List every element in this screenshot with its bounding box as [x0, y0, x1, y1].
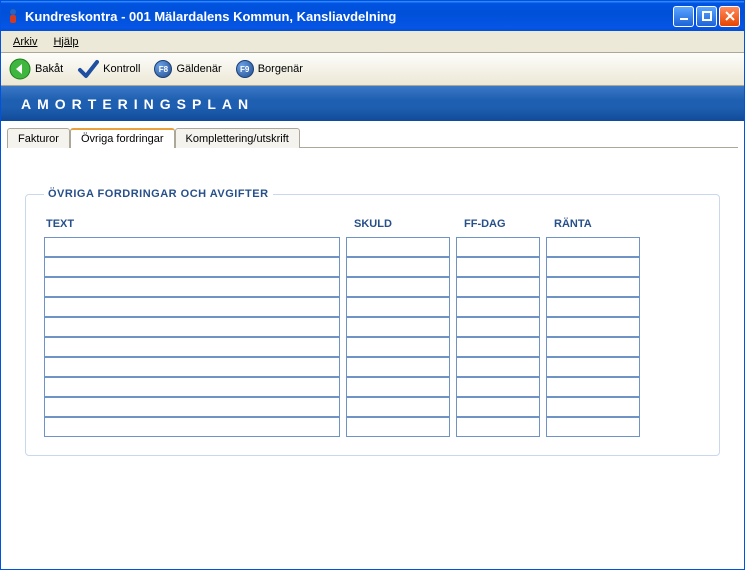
- table-row: [44, 337, 701, 357]
- tabs: Fakturor Övriga fordringar Komplettering…: [7, 127, 738, 148]
- text-cell[interactable]: [44, 417, 340, 437]
- text-cell[interactable]: [44, 297, 340, 317]
- back-icon: [9, 58, 31, 80]
- text-cell[interactable]: [44, 317, 340, 337]
- app-icon: [5, 8, 21, 24]
- skuld-cell[interactable]: [346, 397, 450, 417]
- page-heading: AMORTERINGSPLAN: [21, 96, 254, 112]
- table-row: [44, 417, 701, 437]
- ffdag-cell[interactable]: [456, 277, 540, 297]
- page-heading-band: AMORTERINGSPLAN: [1, 86, 744, 121]
- ffdag-cell[interactable]: [456, 257, 540, 277]
- galdenar-button[interactable]: F8 Gäldenär: [154, 60, 221, 78]
- minimize-button[interactable]: [673, 6, 694, 27]
- ranta-cell[interactable]: [546, 257, 640, 277]
- ranta-cell[interactable]: [546, 397, 640, 417]
- maximize-button[interactable]: [696, 6, 717, 27]
- ranta-cell[interactable]: [546, 237, 640, 257]
- ffdag-cell[interactable]: [456, 377, 540, 397]
- group-legend: ÖVRIGA FORDRINGAR OCH AVGIFTER: [44, 188, 273, 200]
- table-header-row: TEXT SKULD FF-DAG RÄNTA: [44, 218, 701, 234]
- table-row: [44, 357, 701, 377]
- skuld-cell[interactable]: [346, 417, 450, 437]
- table-row: [44, 377, 701, 397]
- text-cell[interactable]: [44, 337, 340, 357]
- skuld-cell[interactable]: [346, 237, 450, 257]
- ffdag-cell[interactable]: [456, 397, 540, 417]
- table-row: [44, 277, 701, 297]
- ranta-cell[interactable]: [546, 337, 640, 357]
- col-ffdag-header: FF-DAG: [456, 218, 546, 230]
- f9-key-icon: F9: [236, 60, 254, 78]
- menubar: Arkiv Hjälp: [1, 31, 744, 53]
- tab-komplettering-utskrift[interactable]: Komplettering/utskrift: [175, 128, 300, 148]
- skuld-cell[interactable]: [346, 257, 450, 277]
- ffdag-cell[interactable]: [456, 417, 540, 437]
- ovriga-fordringar-group: ÖVRIGA FORDRINGAR OCH AVGIFTER TEXT SKUL…: [25, 188, 720, 456]
- borgenar-button[interactable]: F9 Borgenär: [236, 60, 303, 78]
- text-cell[interactable]: [44, 357, 340, 377]
- tab-ovriga-fordringar[interactable]: Övriga fordringar: [70, 128, 175, 148]
- skuld-cell[interactable]: [346, 357, 450, 377]
- menu-hjalp[interactable]: Hjälp: [47, 34, 84, 50]
- table-row: [44, 297, 701, 317]
- tab-fakturor[interactable]: Fakturor: [7, 128, 70, 148]
- ranta-cell[interactable]: [546, 377, 640, 397]
- tab-body: ÖVRIGA FORDRINGAR OCH AVGIFTER TEXT SKUL…: [7, 148, 738, 569]
- col-ranta-header: RÄNTA: [546, 218, 646, 230]
- table-row: [44, 397, 701, 417]
- menu-arkiv[interactable]: Arkiv: [7, 34, 43, 50]
- text-cell[interactable]: [44, 257, 340, 277]
- ranta-cell[interactable]: [546, 297, 640, 317]
- fordringar-table: TEXT SKULD FF-DAG RÄNTA: [44, 218, 701, 437]
- ranta-cell[interactable]: [546, 417, 640, 437]
- ffdag-cell[interactable]: [456, 357, 540, 377]
- skuld-cell[interactable]: [346, 377, 450, 397]
- ffdag-cell[interactable]: [456, 317, 540, 337]
- ffdag-cell[interactable]: [456, 237, 540, 257]
- text-cell[interactable]: [44, 377, 340, 397]
- col-text-header: TEXT: [46, 218, 346, 230]
- back-button[interactable]: Bakåt: [9, 58, 63, 80]
- borgenar-label: Borgenär: [258, 63, 303, 75]
- ffdag-cell[interactable]: [456, 297, 540, 317]
- f8-key-icon: F8: [154, 60, 172, 78]
- text-cell[interactable]: [44, 237, 340, 257]
- text-cell[interactable]: [44, 277, 340, 297]
- skuld-cell[interactable]: [346, 277, 450, 297]
- text-cell[interactable]: [44, 397, 340, 417]
- table-row: [44, 237, 701, 257]
- window-root: Kundreskontra - 001 Mälardalens Kommun, …: [0, 0, 745, 570]
- col-skuld-header: SKULD: [346, 218, 456, 230]
- ranta-cell[interactable]: [546, 277, 640, 297]
- galdenar-label: Gäldenär: [176, 63, 221, 75]
- content-area: Fakturor Övriga fordringar Komplettering…: [1, 121, 744, 569]
- ranta-cell[interactable]: [546, 317, 640, 337]
- titlebar: Kundreskontra - 001 Mälardalens Kommun, …: [1, 1, 744, 31]
- ffdag-cell[interactable]: [456, 337, 540, 357]
- skuld-cell[interactable]: [346, 297, 450, 317]
- table-row: [44, 317, 701, 337]
- close-button[interactable]: [719, 6, 740, 27]
- back-label: Bakåt: [35, 63, 63, 75]
- ranta-cell[interactable]: [546, 357, 640, 377]
- skuld-cell[interactable]: [346, 317, 450, 337]
- skuld-cell[interactable]: [346, 337, 450, 357]
- window-title: Kundreskontra - 001 Mälardalens Kommun, …: [25, 9, 396, 24]
- kontroll-label: Kontroll: [103, 63, 140, 75]
- table-row: [44, 257, 701, 277]
- check-icon: [77, 58, 99, 80]
- kontroll-button[interactable]: Kontroll: [77, 58, 140, 80]
- toolbar: Bakåt Kontroll F8 Gäldenär F9 Borgenär: [1, 53, 744, 86]
